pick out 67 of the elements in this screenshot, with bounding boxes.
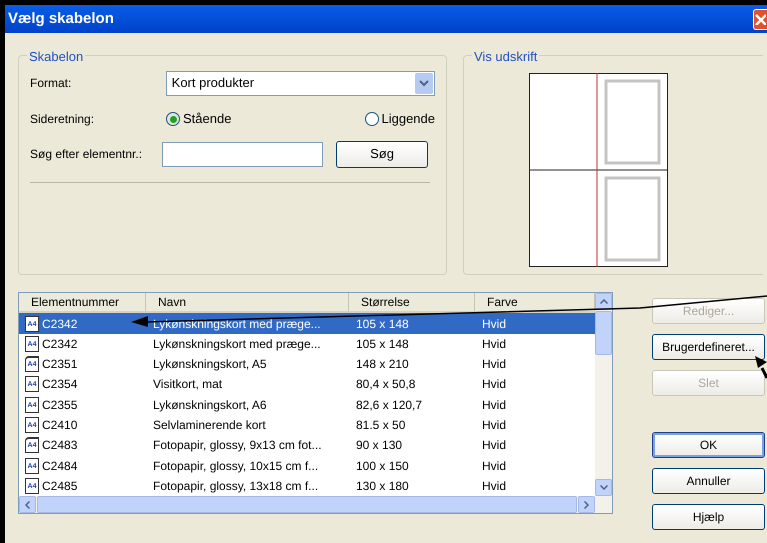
field-label: Format: <box>30 75 72 92</box>
table-cell-text: Lykønskningskort, A6 <box>153 396 267 414</box>
column-header[interactable]: Størrelse <box>349 293 475 312</box>
table-cell-text: Fotopapir, glossy, 9x13 cm fot... <box>153 437 322 454</box>
scroll-thumb[interactable] <box>595 311 612 355</box>
table-cell-text: Hvid <box>482 437 506 454</box>
table-cell-text: 130 x 180 <box>356 478 409 495</box>
scroll-up-button[interactable] <box>595 293 612 310</box>
column-header[interactable]: Elementnummer <box>19 293 146 312</box>
table-cell-text: C2355 <box>42 396 78 414</box>
table-cell-text: C2354 <box>42 376 78 394</box>
table-cell-text: Hvid <box>482 396 506 414</box>
table-cell-text: C2410 <box>42 416 78 434</box>
table-cell-text: Hvid <box>482 336 506 353</box>
scroll-left-button[interactable] <box>19 496 36 513</box>
table-cell-text: C2483 <box>42 437 78 454</box>
table-cell-text: Lykønskningskort med præge... <box>153 316 321 332</box>
table-cell-text: Hvid <box>482 356 506 374</box>
table-cell-text: 100 x 150 <box>356 458 409 475</box>
table-cell-text: Hvid <box>482 376 506 394</box>
table-cell-text: Hvid <box>482 316 506 332</box>
table-cell-text: 81.5 x 50 <box>356 416 406 434</box>
chevron-left-icon <box>25 500 30 508</box>
table-cell-text: C2351 <box>42 356 78 374</box>
dialog-button[interactable]: Hjælp <box>652 504 765 530</box>
dialog-button[interactable]: Annuller <box>652 468 765 494</box>
table-cell-text: Lykønskningskort, A5 <box>153 356 267 374</box>
scroll-right-button[interactable] <box>578 496 595 513</box>
radio-label: Liggende <box>382 110 435 128</box>
table-cell-text: C2342 <box>42 336 78 353</box>
table-cell-text: 82,6 x 120,7 <box>356 396 422 414</box>
table-cell-text: 80,4 x 50,8 <box>356 376 416 394</box>
chevron-down-icon <box>415 72 433 94</box>
field-label: Søg efter elementnr.: <box>30 146 144 163</box>
search-field[interactable] <box>162 142 323 166</box>
table-cell-text: C2342 <box>42 316 78 332</box>
table-cell-text: Lykønskningskort med præge... <box>153 336 321 353</box>
column-header[interactable]: Navn <box>146 293 349 312</box>
scroll-down-button[interactable] <box>595 479 612 496</box>
table-cell-text: Selvlaminerende kort <box>153 416 266 434</box>
chevron-down-icon <box>600 485 608 490</box>
table-cell-text: Fotopapir, glossy, 13x18 cm f... <box>153 478 318 495</box>
table-cell-text: Hvid <box>482 478 506 495</box>
table-cell-text: Fotopapir, glossy, 10x15 cm f... <box>153 458 318 475</box>
table-cell-text: Hvid <box>482 458 506 475</box>
radio-button[interactable] <box>166 112 180 126</box>
table-cell-text: 105 x 148 <box>356 316 409 332</box>
table-cell-text: Hvid <box>482 416 506 434</box>
field-label: Sideretning: <box>30 111 96 128</box>
radio-label: Stående <box>183 110 232 128</box>
search-button[interactable]: Søg <box>336 140 428 168</box>
annotation-arrow <box>755 356 767 379</box>
radio-button[interactable] <box>364 112 378 126</box>
table-cell-text: C2484 <box>42 458 78 475</box>
table-cell-text: 148 x 210 <box>356 356 409 374</box>
close-icon[interactable] <box>753 8 767 30</box>
vertical-scrollbar[interactable] <box>595 293 612 496</box>
table-cell-text: 90 x 130 <box>356 437 402 454</box>
chevron-up-icon <box>600 299 608 304</box>
format-dropdown[interactable]: Kort produkter <box>166 70 435 96</box>
table-cell-text: Visitkort, mat <box>153 376 222 394</box>
table-cell-text: C2485 <box>42 478 78 495</box>
dialog-button[interactable]: OK <box>652 432 765 458</box>
table-cell-text: 105 x 148 <box>356 336 409 353</box>
chevron-right-icon <box>584 500 589 508</box>
window-title: Vælg skabelon <box>8 8 114 29</box>
dialog-button[interactable]: Brugerdefineret... <box>652 334 765 360</box>
